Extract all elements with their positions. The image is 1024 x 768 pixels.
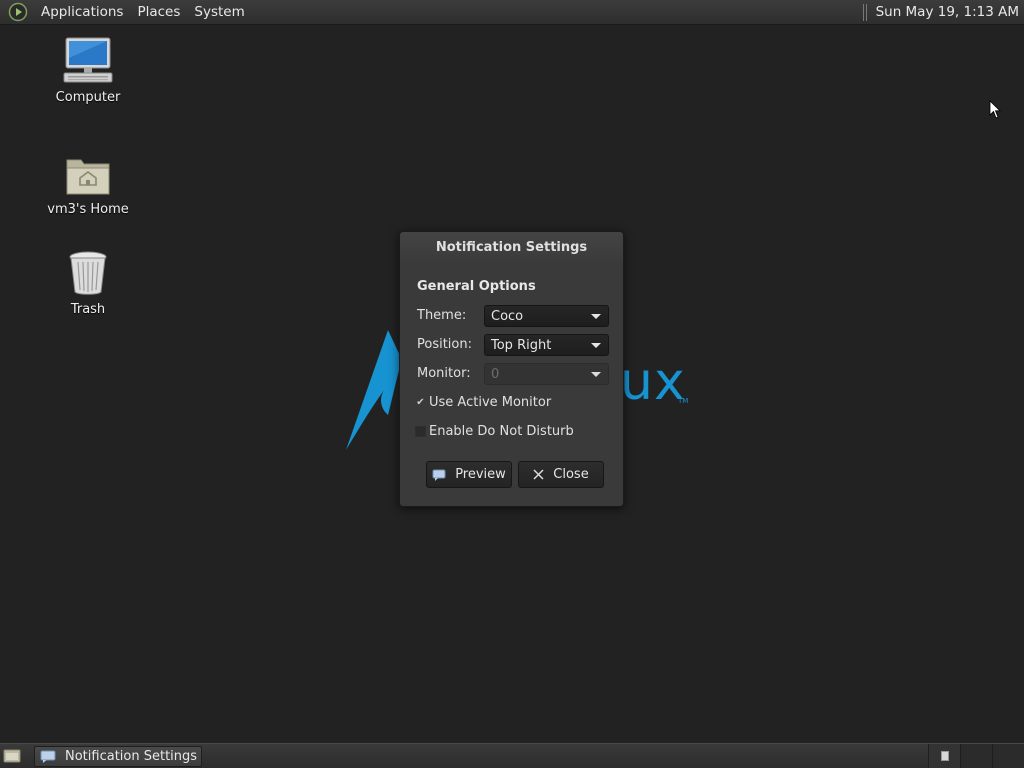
preview-button[interactable]: Preview bbox=[426, 461, 512, 488]
taskbar-item-label: Notification Settings bbox=[65, 748, 198, 764]
desktop-icon-trash[interactable]: Trash bbox=[33, 246, 143, 317]
use-active-monitor-checkbox[interactable]: ✔ bbox=[415, 397, 426, 408]
desktop-icon-computer[interactable]: Computer bbox=[33, 34, 143, 105]
do-not-disturb-checkbox[interactable] bbox=[415, 426, 426, 437]
notification-bubble-icon bbox=[40, 750, 56, 763]
close-icon bbox=[533, 469, 544, 480]
desktop-icon-label: Trash bbox=[70, 302, 106, 317]
workspace-3[interactable] bbox=[992, 744, 1024, 768]
workspace-switcher bbox=[928, 744, 1024, 768]
home-folder-icon bbox=[66, 159, 110, 195]
workspace-1[interactable] bbox=[928, 744, 960, 768]
desktop-icon-home[interactable]: vm3's Home bbox=[33, 146, 143, 217]
chevron-down-icon bbox=[591, 372, 601, 377]
theme-combo[interactable]: Coco bbox=[484, 305, 609, 327]
use-active-monitor-label: Use Active Monitor bbox=[429, 395, 552, 410]
workspace-2[interactable] bbox=[960, 744, 992, 768]
desktop-icon-label: Computer bbox=[55, 90, 121, 105]
applications-logo-icon[interactable] bbox=[8, 2, 28, 22]
preview-label: Preview bbox=[455, 467, 506, 482]
dialog-title[interactable]: Notification Settings bbox=[400, 232, 623, 264]
menu-applications[interactable]: Applications bbox=[34, 0, 130, 25]
computer-icon bbox=[63, 37, 113, 83]
notification-bubble-icon bbox=[432, 469, 446, 481]
position-label: Position: bbox=[417, 337, 472, 352]
show-desktop-icon[interactable] bbox=[0, 744, 24, 768]
mouse-cursor-icon bbox=[989, 100, 1001, 119]
close-label: Close bbox=[553, 467, 589, 482]
wallpaper-tm: TM bbox=[678, 397, 689, 405]
clock[interactable]: Sun May 19, 1:13 AM bbox=[873, 4, 1024, 20]
position-combo[interactable]: Top Right bbox=[484, 334, 609, 356]
use-active-monitor-row[interactable]: ✔ Use Active Monitor bbox=[415, 395, 551, 410]
taskbar-item-notification-settings[interactable]: Notification Settings bbox=[34, 745, 202, 767]
bottom-panel: Notification Settings bbox=[0, 743, 1024, 768]
desktop-icon-label: vm3's Home bbox=[47, 202, 129, 217]
wallpaper-text: ux bbox=[620, 352, 686, 412]
menu-places[interactable]: Places bbox=[130, 0, 187, 25]
menu-system[interactable]: System bbox=[187, 0, 251, 25]
theme-label: Theme: bbox=[417, 308, 467, 323]
notification-settings-dialog: Notification Settings General Options Th… bbox=[399, 231, 624, 507]
do-not-disturb-label: Enable Do Not Disturb bbox=[429, 424, 574, 439]
trash-icon bbox=[69, 251, 107, 295]
monitor-label: Monitor: bbox=[417, 366, 471, 381]
panel-separator bbox=[862, 3, 867, 21]
close-button[interactable]: Close bbox=[518, 461, 604, 488]
theme-value: Coco bbox=[491, 308, 524, 324]
monitor-combo[interactable]: 0 bbox=[484, 363, 609, 385]
top-panel: Applications Places System Sun May 19, 1… bbox=[0, 0, 1024, 25]
monitor-value: 0 bbox=[491, 366, 500, 382]
chevron-down-icon bbox=[591, 343, 601, 348]
do-not-disturb-row[interactable]: Enable Do Not Disturb bbox=[415, 424, 574, 439]
chevron-down-icon bbox=[591, 314, 601, 319]
section-title: General Options bbox=[417, 279, 536, 294]
position-value: Top Right bbox=[491, 337, 552, 353]
